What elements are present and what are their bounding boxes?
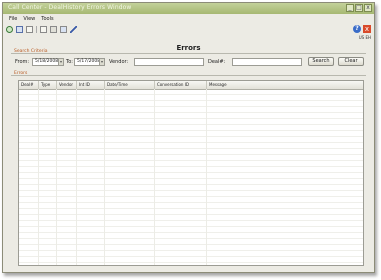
close-icon[interactable]: x <box>363 25 371 33</box>
column-header-vendor[interactable]: Vendor <box>57 81 77 89</box>
menu-view[interactable]: View <box>23 15 35 23</box>
column-header-type[interactable]: Type <box>39 81 57 89</box>
copy-icon[interactable] <box>40 25 47 33</box>
column-header-message[interactable]: Message <box>207 81 363 89</box>
window-close-button[interactable]: x <box>364 4 372 12</box>
column-line <box>104 89 105 265</box>
save-icon[interactable] <box>16 25 23 33</box>
help-icon[interactable]: ? <box>353 25 361 33</box>
column-header-datetime[interactable]: Date/Time <box>105 81 155 89</box>
window-controls: _ □ x <box>346 4 372 12</box>
toolbar <box>6 24 77 34</box>
window-title: Call Center - DealHistory Errors Window <box>8 4 132 11</box>
errors-grid[interactable]: Deal# Type Vendor Int ID Date/Time Conve… <box>18 80 364 266</box>
minimize-button[interactable]: _ <box>346 4 354 12</box>
column-line <box>38 89 39 265</box>
deal-label: Deal#: <box>208 59 226 65</box>
menu-tools[interactable]: Tools <box>41 15 53 23</box>
divider <box>11 75 366 76</box>
clear-button[interactable]: Clear <box>338 57 364 66</box>
menu-file[interactable]: File <box>9 15 17 23</box>
column-header-int-id[interactable]: Int ID <box>77 81 105 89</box>
to-calendar-icon[interactable]: ▾ <box>99 58 105 66</box>
search-criteria-label: Search Criteria <box>14 49 48 54</box>
column-line <box>206 89 207 265</box>
vendor-label: Vendor: <box>109 59 129 65</box>
toolbar-separator <box>36 25 37 33</box>
column-header-conversation-id[interactable]: Conversation ID <box>155 81 207 89</box>
language-indicator: US EH <box>358 35 371 40</box>
page-title: Errors <box>176 44 201 52</box>
column-line <box>56 89 57 265</box>
refresh-icon[interactable] <box>6 25 13 33</box>
menu-bar: File View Tools <box>3 15 374 23</box>
from-calendar-icon[interactable]: ▾ <box>58 58 64 66</box>
deal-input[interactable] <box>232 58 302 66</box>
to-date-field[interactable]: 5/17/2008 <box>74 58 100 66</box>
edit-icon[interactable] <box>70 25 77 33</box>
divider <box>11 53 366 54</box>
maximize-button[interactable]: □ <box>355 4 363 12</box>
print-icon[interactable] <box>26 25 33 33</box>
application-window: Call Center - DealHistory Errors Window … <box>2 2 375 273</box>
vendor-input[interactable] <box>134 58 204 66</box>
search-button[interactable]: Search <box>308 57 334 66</box>
filter-icon[interactable] <box>60 25 67 33</box>
column-line <box>154 89 155 265</box>
settings-icon[interactable] <box>50 25 57 33</box>
column-line <box>76 89 77 265</box>
title-bar[interactable]: Call Center - DealHistory Errors Window … <box>3 3 374 14</box>
to-label: To: <box>66 59 73 65</box>
from-date-field[interactable]: 5/18/2008 <box>32 58 59 66</box>
column-header-deal[interactable]: Deal# <box>19 81 39 89</box>
grid-body[interactable] <box>19 89 363 265</box>
from-label: From: <box>15 59 30 65</box>
errors-section-label: Errors <box>14 71 28 76</box>
